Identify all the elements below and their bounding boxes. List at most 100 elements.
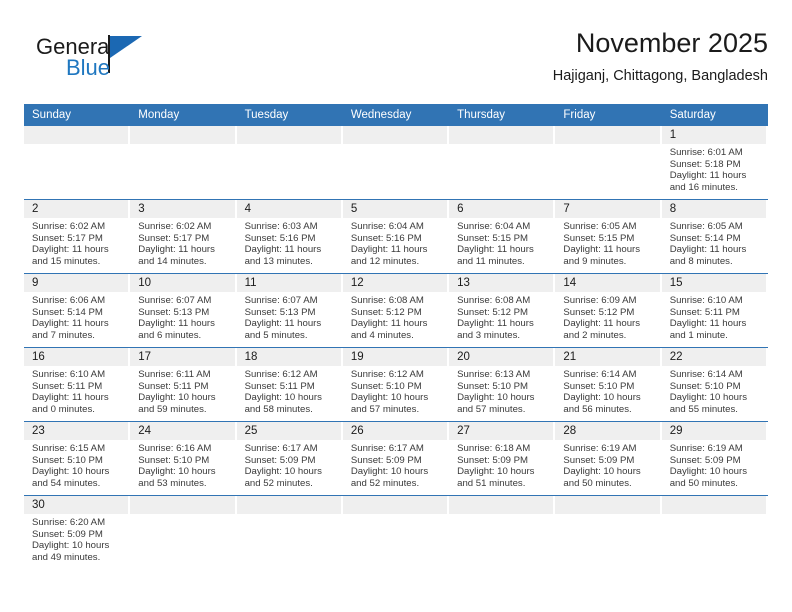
day-cell-content [130, 126, 236, 199]
day-cell-content: 8 Sunrise: 6:05 AM Sunset: 5:14 PM Daylight… [661, 200, 768, 273]
calendar-day-cell[interactable]: 8 Sunrise: 6:05 AM Sunset: 5:14 PM Daylight… [661, 199, 768, 274]
day-number [449, 496, 554, 514]
day-cell-content: 16 Sunrise: 6:10 AM Sunset: 5:11 PM Dayligh… [24, 348, 130, 421]
day-detail-line: Sunset: 5:11 PM [244, 380, 315, 392]
calendar-day-cell[interactable]: 29 Sunrise: 6:19 AM Sunset: 5:09 PM Dayligh… [661, 421, 768, 496]
day-detail-line: Sunset: 5:09 PM [244, 454, 316, 466]
weekday-header-friday: Friday [555, 104, 662, 126]
calendar-day-cell[interactable]: 28 Sunrise: 6:19 AM Sunset: 5:09 PM Dayligh… [555, 421, 662, 496]
day-detail-line: Sunrise: 6:11 AM [138, 369, 211, 380]
day-details: Sunrise: 6:15 AM Sunset: 5:10 PM Daylight:… [24, 440, 130, 489]
day-number: 14 [555, 274, 660, 292]
calendar-day-cell[interactable]: 27 Sunrise: 6:18 AM Sunset: 5:09 PM Dayligh… [449, 421, 556, 496]
day-detail-line: Sunrise: 6:05 AM [669, 221, 743, 232]
day-detail-line: Sunrise: 6:04 AM [457, 221, 531, 232]
day-detail-line: Daylight: 10 hours [350, 466, 429, 478]
day-details [343, 514, 449, 517]
calendar-day-cell[interactable]: 9 Sunrise: 6:06 AM Sunset: 5:14 PM Daylight… [24, 273, 131, 348]
day-detail-line: Daylight: 10 hours [563, 466, 641, 478]
day-detail-line: and 57 minutes. [350, 403, 420, 415]
day-details: Sunrise: 6:01 AM Sunset: 5:18 PM Daylight:… [662, 144, 768, 193]
day-detail-line: Sunrise: 6:08 AM [457, 295, 531, 306]
calendar-day-cell[interactable]: 16 Sunrise: 6:10 AM Sunset: 5:11 PM Dayligh… [24, 347, 131, 422]
calendar-day-cell[interactable]: 25 Sunrise: 6:17 AM Sunset: 5:09 PM Dayligh… [236, 421, 343, 496]
calendar-day-cell[interactable]: 30 Sunrise: 6:20 AM Sunset: 5:09 PM Dayligh… [24, 495, 131, 569]
calendar-day-cell[interactable]: 21 Sunrise: 6:14 AM Sunset: 5:10 PM Dayligh… [555, 347, 662, 422]
calendar-day-cell[interactable]: 2 Sunrise: 6:02 AM Sunset: 5:17 PM Daylight… [24, 199, 131, 274]
day-cell-content: 28 Sunrise: 6:19 AM Sunset: 5:09 PM Dayligh… [555, 422, 661, 495]
day-cell-content: 1 Sunrise: 6:01 AM Sunset: 5:18 PM Daylight… [661, 126, 768, 199]
day-detail-line: and 11 minutes. [457, 255, 525, 267]
day-detail-line: and 0 minutes. [32, 403, 95, 415]
calendar-day-cell[interactable]: 11 Sunrise: 6:07 AM Sunset: 5:13 PM Dayligh… [236, 273, 343, 348]
day-number: 24 [130, 422, 235, 440]
day-detail-line: and 1 minute. [669, 329, 728, 341]
calendar-day-cell[interactable]: 4 Sunrise: 6:03 AM Sunset: 5:16 PM Daylight… [236, 199, 343, 274]
calendar-day-cell[interactable]: 13 Sunrise: 6:08 AM Sunset: 5:12 PM Dayligh… [449, 273, 556, 348]
day-cell-content: 21 Sunrise: 6:14 AM Sunset: 5:10 PM Dayligh… [555, 348, 661, 421]
calendar-day-cell[interactable]: 7 Sunrise: 6:05 AM Sunset: 5:15 PM Daylight… [555, 199, 662, 274]
day-number: 3 [130, 200, 235, 218]
day-detail-line: Daylight: 11 hours [350, 318, 428, 330]
day-detail-line: and 50 minutes. [669, 477, 738, 489]
day-detail-line: and 49 minutes. [32, 551, 101, 563]
day-detail-line: Daylight: 10 hours [457, 466, 535, 478]
day-cell-content: 22 Sunrise: 6:14 AM Sunset: 5:10 PM Dayligh… [661, 348, 768, 421]
day-details [237, 514, 343, 517]
day-detail-line: Sunset: 5:15 PM [563, 232, 635, 244]
day-cell-content [236, 126, 343, 199]
day-cell-content: 15 Sunrise: 6:10 AM Sunset: 5:11 PM Dayligh… [661, 274, 768, 347]
day-number: 1 [661, 126, 766, 144]
weekday-header-thursday: Thursday [449, 104, 556, 126]
calendar-empty-cell [555, 126, 662, 200]
calendar-day-cell[interactable]: 15 Sunrise: 6:10 AM Sunset: 5:11 PM Dayligh… [661, 273, 768, 348]
day-detail-line: Sunset: 5:10 PM [457, 380, 529, 392]
day-detail-line: Sunrise: 6:19 AM [669, 443, 743, 454]
calendar-day-cell[interactable]: 17 Sunrise: 6:11 AM Sunset: 5:11 PM Dayligh… [130, 347, 237, 422]
calendar-day-cell[interactable]: 24 Sunrise: 6:16 AM Sunset: 5:10 PM Dayligh… [130, 421, 237, 496]
day-cell-content [555, 496, 661, 569]
day-cell-content: 17 Sunrise: 6:11 AM Sunset: 5:11 PM Dayligh… [130, 348, 236, 421]
day-cell-content: 25 Sunrise: 6:17 AM Sunset: 5:09 PM Dayligh… [236, 422, 343, 495]
day-number: 17 [130, 348, 235, 366]
calendar-day-cell[interactable]: 26 Sunrise: 6:17 AM Sunset: 5:09 PM Dayligh… [342, 421, 450, 496]
calendar-day-cell[interactable]: 18 Sunrise: 6:12 AM Sunset: 5:11 PM Dayligh… [236, 347, 343, 422]
day-cell-content: 9 Sunrise: 6:06 AM Sunset: 5:14 PM Daylight… [24, 274, 130, 347]
day-details: Sunrise: 6:19 AM Sunset: 5:09 PM Daylight:… [555, 440, 661, 489]
day-detail-line: Sunset: 5:09 PM [457, 454, 529, 466]
calendar-day-cell[interactable]: 19 Sunrise: 6:12 AM Sunset: 5:10 PM Dayligh… [342, 347, 450, 422]
calendar-day-cell[interactable]: 23 Sunrise: 6:15 AM Sunset: 5:10 PM Dayligh… [24, 421, 131, 496]
day-number [342, 126, 448, 144]
calendar-day-cell[interactable]: 14 Sunrise: 6:09 AM Sunset: 5:12 PM Dayligh… [555, 273, 662, 348]
day-cell-content [661, 496, 768, 569]
day-cell-content: 5 Sunrise: 6:04 AM Sunset: 5:16 PM Daylight… [342, 200, 449, 273]
calendar-day-cell[interactable]: 20 Sunrise: 6:13 AM Sunset: 5:10 PM Dayligh… [449, 347, 556, 422]
day-detail-line: Sunrise: 6:18 AM [457, 443, 531, 454]
page-subtitle: Hajiganj, Chittagong, Bangladesh [552, 68, 768, 84]
day-detail-line: Daylight: 11 hours [457, 318, 534, 330]
calendar-day-cell[interactable]: 3 Sunrise: 6:02 AM Sunset: 5:17 PM Daylight… [130, 199, 237, 274]
day-details [130, 144, 236, 147]
calendar-week-row: 16 Sunrise: 6:10 AM Sunset: 5:11 PM Dayligh… [24, 347, 768, 422]
day-number: 9 [24, 274, 129, 292]
day-detail-line: Sunrise: 6:14 AM [563, 369, 637, 380]
day-number: 28 [555, 422, 660, 440]
day-detail-line: and 52 minutes. [244, 477, 313, 489]
calendar-day-cell[interactable]: 22 Sunrise: 6:14 AM Sunset: 5:10 PM Dayligh… [661, 347, 768, 422]
day-detail-line: Sunrise: 6:02 AM [138, 221, 212, 232]
day-detail-line: and 50 minutes. [563, 477, 632, 489]
day-detail-line: Daylight: 11 hours [563, 244, 641, 256]
calendar-day-cell[interactable]: 12 Sunrise: 6:08 AM Sunset: 5:12 PM Dayligh… [342, 273, 450, 348]
day-cell-content: 14 Sunrise: 6:09 AM Sunset: 5:12 PM Dayligh… [555, 274, 661, 347]
weekday-header-saturday: Saturday [661, 104, 768, 126]
calendar-day-cell[interactable]: 6 Sunrise: 6:04 AM Sunset: 5:15 PM Daylight… [449, 199, 556, 274]
day-details: Sunrise: 6:04 AM Sunset: 5:15 PM Daylight:… [449, 218, 555, 267]
day-detail-line: Daylight: 11 hours [138, 244, 215, 256]
day-details: Sunrise: 6:03 AM Sunset: 5:16 PM Daylight:… [237, 218, 343, 267]
calendar-day-cell[interactable]: 10 Sunrise: 6:07 AM Sunset: 5:13 PM Dayligh… [130, 273, 237, 348]
day-number: 13 [449, 274, 554, 292]
calendar-day-cell[interactable]: 5 Sunrise: 6:04 AM Sunset: 5:16 PM Daylight… [342, 199, 450, 274]
calendar-day-cell[interactable]: 1 Sunrise: 6:01 AM Sunset: 5:18 PM Daylight… [661, 126, 768, 200]
day-details [237, 144, 343, 147]
day-detail-line: Sunrise: 6:20 AM [32, 517, 106, 528]
